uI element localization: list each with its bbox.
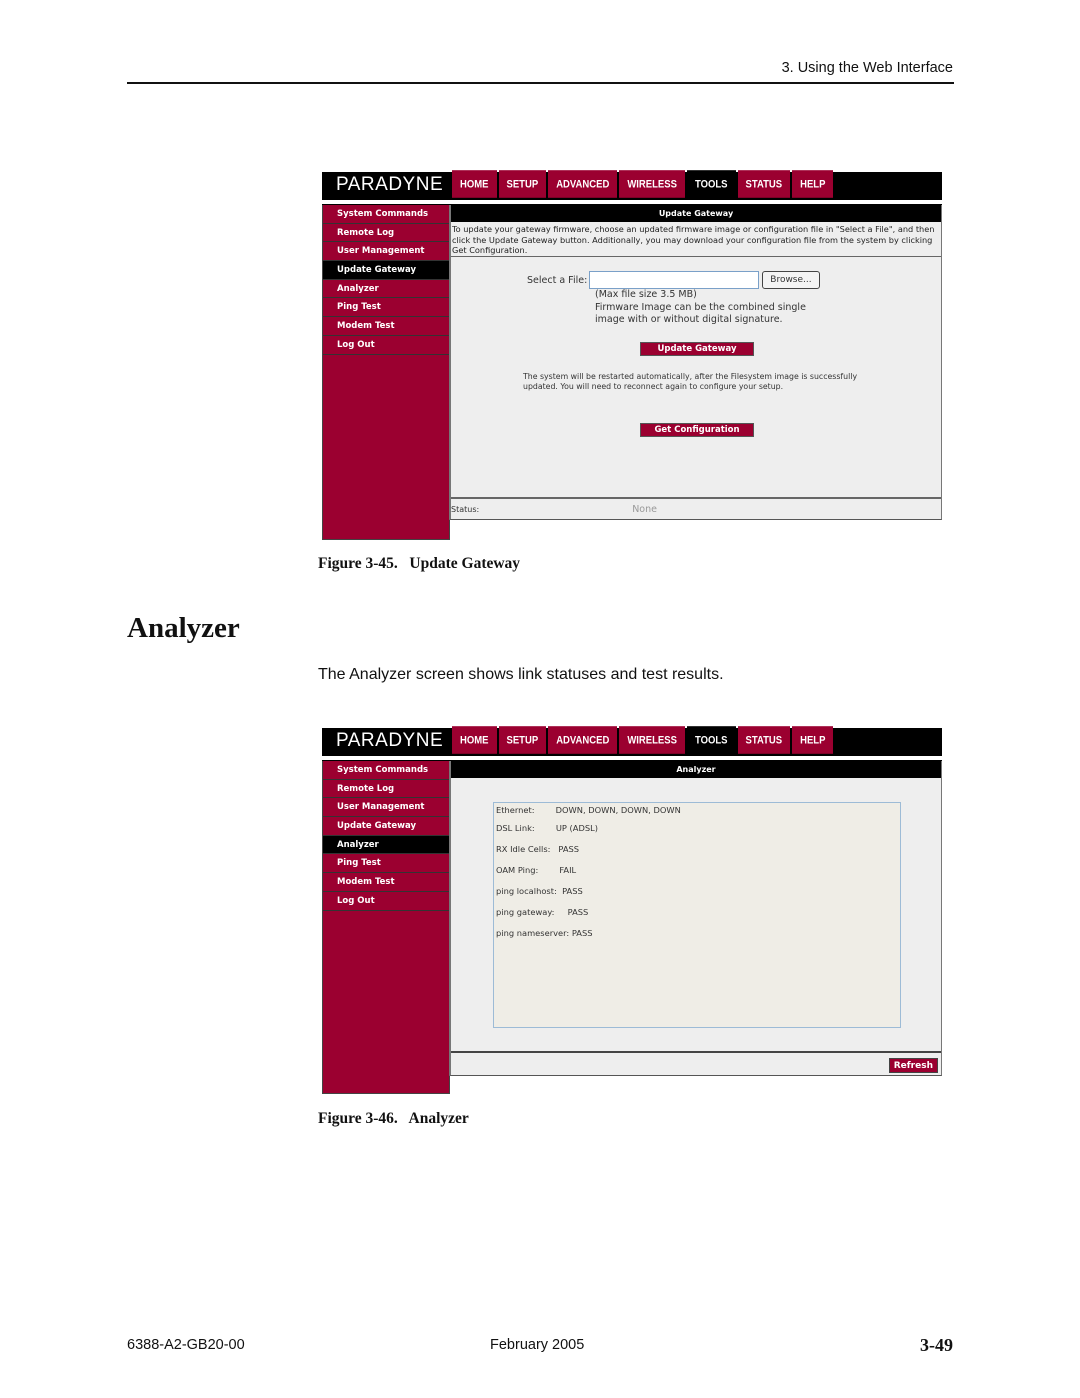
figure-caption-analyzer: Figure 3-46. Analyzer: [318, 1110, 469, 1127]
max-size-note: (Max file size 3.5 MB): [595, 289, 697, 300]
result-label: Ethernet:: [496, 805, 556, 815]
result-label: ping nameserver:: [496, 927, 572, 938]
result-value: PASS: [567, 906, 589, 917]
result-value: UP (ADSL): [555, 822, 598, 833]
result-value: DOWN, DOWN, DOWN, DOWN: [555, 805, 681, 815]
sidebar-item-modem-test[interactable]: Modem Test: [323, 317, 449, 336]
refresh-button[interactable]: Refresh: [888, 1058, 938, 1073]
tab-help[interactable]: HELP: [792, 726, 834, 754]
update-gateway-panel: Update Gateway To update your gateway fi…: [449, 205, 942, 520]
sidebar-item-user-management[interactable]: User Management: [323, 798, 449, 818]
sidebar-item-remote-log[interactable]: Remote Log: [323, 224, 449, 243]
footer-date: February 2005: [490, 1337, 585, 1353]
paradyne-logo: PARADYNE: [336, 730, 444, 751]
sidebar-item-remote-log[interactable]: Remote Log: [323, 780, 449, 799]
result-row-rx-idle-cells: RX Idle Cells: PASS: [496, 838, 898, 859]
status-label: Status:: [451, 504, 480, 514]
tab-wireless[interactable]: WIRELESS: [619, 170, 685, 198]
section-body-text: The Analyzer screen shows link statuses …: [318, 666, 724, 683]
section-title: Analyzer: [127, 612, 240, 644]
intro-text: To update your gateway firmware, choose …: [451, 222, 941, 257]
tab-status[interactable]: STATUS: [737, 170, 791, 198]
update-gateway-screenshot: PARADYNE HOME SETUP ADVANCED WIRELESS TO…: [322, 170, 942, 540]
result-label: DSL Link:: [496, 822, 556, 833]
footer-page-number: 3-49: [920, 1335, 953, 1355]
result-label: ping gateway:: [496, 906, 568, 917]
result-value: PASS: [562, 885, 583, 896]
sidebar-item-log-out[interactable]: Log Out: [323, 892, 449, 911]
footer-doc-number: 6388-A2-GB20-00: [127, 1337, 245, 1353]
analyzer-results-box: Ethernet: DOWN, DOWN, DOWN, DOWN DSL Lin…: [493, 802, 901, 1028]
tab-wireless[interactable]: WIRELESS: [619, 726, 685, 754]
figure-caption-update-gateway: Figure 3-45. Update Gateway: [318, 555, 521, 572]
sidebar-item-analyzer[interactable]: Analyzer: [323, 835, 449, 855]
sidebar-item-system-commands[interactable]: System Commands: [323, 205, 449, 224]
firmware-note-line2: image with or without digital signature.: [595, 314, 783, 325]
tab-advanced[interactable]: ADVANCED: [548, 170, 618, 198]
header-rule: [127, 82, 954, 84]
result-row-ping-localhost: ping localhost: PASS: [496, 880, 898, 901]
running-head: 3. Using the Web Interface: [781, 60, 953, 76]
top-nav-bar: PARADYNE HOME SETUP ADVANCED WIRELESS TO…: [322, 726, 942, 756]
sidebar-item-user-management[interactable]: User Management: [323, 242, 449, 262]
file-notes: (Max file size 3.5 MB) Firmware Image ca…: [595, 289, 806, 327]
result-label: RX Idle Cells:: [496, 843, 559, 854]
sidebar-item-ping-test[interactable]: Ping Test: [323, 854, 449, 874]
tools-sidebar: System Commands Remote Log User Manageme…: [322, 205, 450, 540]
sidebar-item-analyzer[interactable]: Analyzer: [323, 280, 449, 299]
tab-tools[interactable]: TOOLS: [686, 726, 736, 754]
sidebar-item-log-out[interactable]: Log Out: [323, 336, 449, 355]
refresh-bar: Refresh: [451, 1051, 941, 1075]
result-value: PASS: [558, 843, 580, 854]
select-file-row: Select a File: Browse...: [527, 271, 820, 289]
tab-advanced[interactable]: ADVANCED: [548, 726, 618, 754]
browse-button[interactable]: Browse...: [762, 271, 820, 289]
panel-title: Update Gateway: [451, 205, 941, 222]
firmware-note-line1: Firmware Image can be the combined singl…: [595, 301, 806, 313]
tab-home[interactable]: HOME: [452, 726, 497, 754]
status-bar: Status: None: [451, 497, 941, 519]
result-label: OAM Ping:: [496, 864, 560, 875]
main-tabs: HOME SETUP ADVANCED WIRELESS TOOLS STATU…: [452, 170, 835, 198]
select-file-label: Select a File:: [527, 274, 588, 286]
paradyne-logo: PARADYNE: [336, 174, 444, 195]
tab-home[interactable]: HOME: [452, 170, 497, 198]
update-gateway-button[interactable]: Update Gateway: [640, 342, 754, 356]
result-row-ping-nameserver: ping nameserver: PASS: [496, 922, 898, 943]
analyzer-screenshot: PARADYNE HOME SETUP ADVANCED WIRELESS TO…: [322, 726, 942, 1094]
tools-sidebar: System Commands Remote Log User Manageme…: [322, 761, 450, 1094]
result-row-dsl-link: DSL Link: UP (ADSL): [496, 817, 898, 838]
tab-setup[interactable]: SETUP: [498, 726, 547, 754]
file-input[interactable]: [589, 271, 760, 289]
panel-title: Analyzer: [451, 761, 941, 778]
analyzer-panel: Analyzer Ethernet: DOWN, DOWN, DOWN, DOW…: [449, 761, 942, 1076]
result-value: FAIL: [559, 864, 577, 875]
top-nav-bar: PARADYNE HOME SETUP ADVANCED WIRELESS TO…: [322, 170, 942, 200]
tab-status[interactable]: STATUS: [737, 726, 791, 754]
sidebar-item-ping-test[interactable]: Ping Test: [323, 298, 449, 318]
get-configuration-button[interactable]: Get Configuration: [640, 423, 754, 437]
result-row-ping-gateway: ping gateway: PASS: [496, 901, 898, 922]
main-tabs: HOME SETUP ADVANCED WIRELESS TOOLS STATU…: [452, 726, 835, 754]
result-row-oam-ping: OAM Ping: FAIL: [496, 859, 898, 880]
sidebar-item-modem-test[interactable]: Modem Test: [323, 873, 449, 892]
tab-setup[interactable]: SETUP: [498, 170, 547, 198]
sidebar-item-system-commands[interactable]: System Commands: [323, 761, 449, 780]
sidebar-item-update-gateway[interactable]: Update Gateway: [323, 261, 449, 280]
result-row-ethernet: Ethernet: DOWN, DOWN, DOWN, DOWN: [496, 803, 898, 817]
sidebar-item-update-gateway[interactable]: Update Gateway: [323, 817, 449, 836]
result-value: PASS: [571, 927, 593, 938]
status-value: None: [632, 503, 657, 515]
tab-tools[interactable]: TOOLS: [686, 170, 736, 198]
result-label: ping localhost:: [496, 885, 563, 896]
restart-note: The system will be restarted automatical…: [523, 372, 858, 391]
tab-help[interactable]: HELP: [792, 170, 834, 198]
